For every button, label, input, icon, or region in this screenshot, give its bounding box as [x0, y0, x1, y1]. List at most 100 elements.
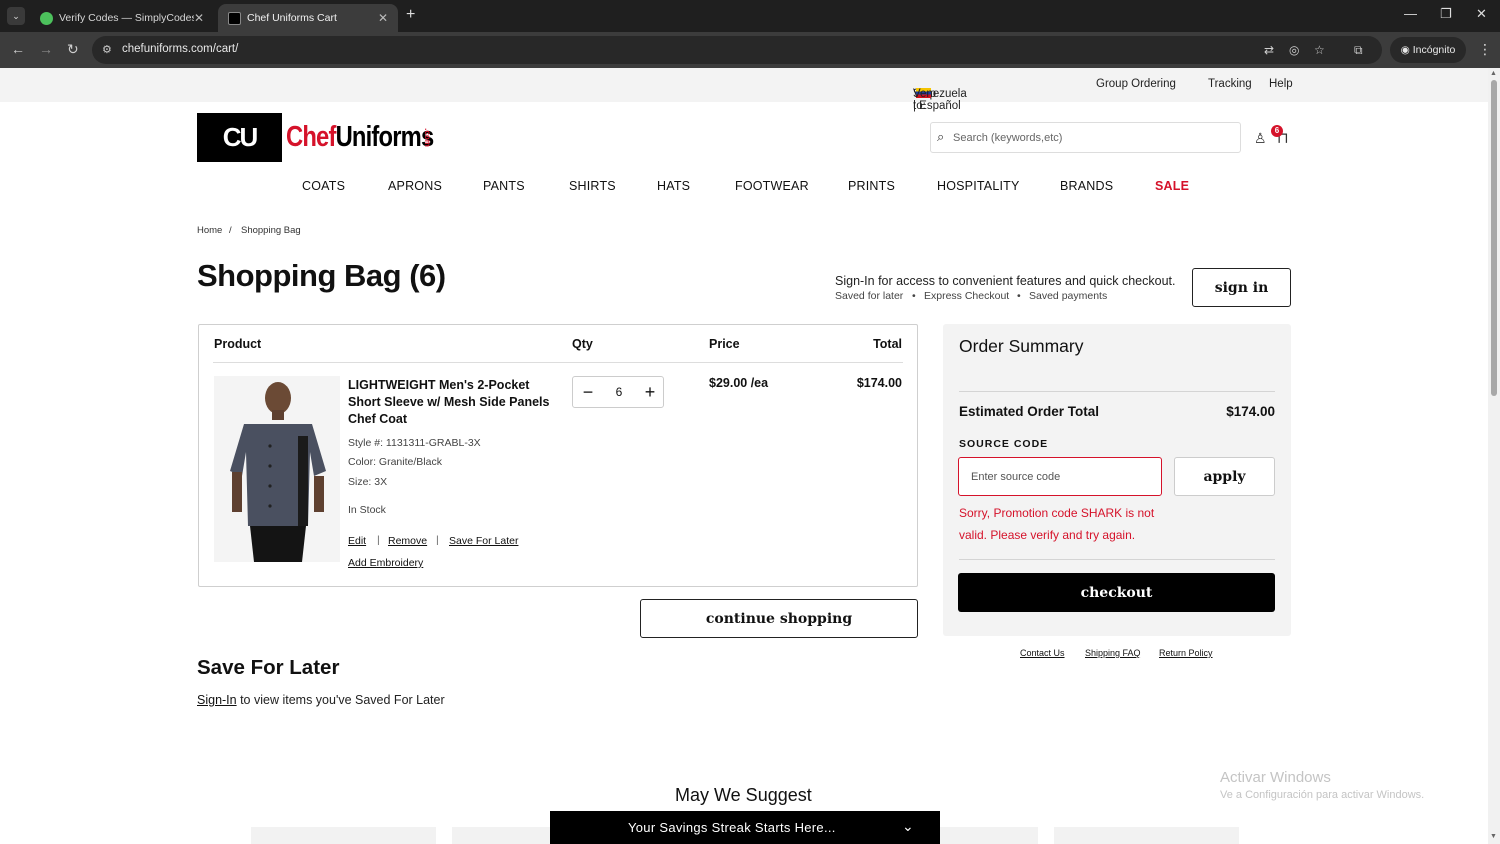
account-icon[interactable]: ♙: [1254, 130, 1267, 147]
promo-text: Your Savings Streak Starts Here...: [628, 820, 836, 835]
col-header-total: Total: [873, 337, 902, 351]
quantity-value[interactable]: 6: [611, 385, 627, 399]
utility-bar: Ship to:Venezuela | Español Group Orderi…: [0, 68, 1488, 102]
suggestion-image[interactable]: [452, 827, 552, 844]
save-for-later-title: Save For Later: [197, 656, 339, 680]
checkout-button[interactable]: checkout: [958, 573, 1275, 612]
col-header-price: Price: [709, 337, 740, 351]
windows-activation-text: Ve a Configuración para activar Windows.: [1220, 789, 1424, 801]
suggestion-image[interactable]: [940, 827, 1038, 844]
apply-button[interactable]: apply: [1174, 457, 1275, 496]
continue-shopping-button[interactable]: continue shopping: [640, 599, 918, 638]
nav-pants[interactable]: PANTS: [483, 179, 525, 193]
bullet: •: [912, 290, 916, 302]
address-bar[interactable]: ⚙ chefuniforms.com/cart/ ⇄ ◎ ☆ ⧉: [92, 36, 1382, 64]
save-for-later-message: to view items you've Saved For Later: [237, 693, 445, 707]
tracking-link[interactable]: Tracking: [1208, 78, 1252, 90]
signin-feature: Express Checkout: [924, 290, 1009, 302]
nav-footwear[interactable]: FOOTWEAR: [735, 179, 809, 193]
reload-icon[interactable]: ↻: [67, 41, 79, 58]
breadcrumb-current: Shopping Bag: [241, 225, 301, 236]
tab-title: Verify Codes — SimplyCodes: [59, 12, 194, 24]
tab-close-icon[interactable]: ✕: [378, 11, 388, 25]
remove-link[interactable]: Remove: [388, 535, 427, 547]
estimated-total-label: Estimated Order Total: [959, 404, 1099, 419]
divider: [959, 391, 1275, 392]
product-size: Size: 3X: [348, 476, 387, 488]
product-name[interactable]: LIGHTWEIGHT Men's 2-Pocket Short Sleeve …: [348, 377, 563, 428]
site-info-icon[interactable]: ⚙: [102, 43, 116, 57]
nav-hats[interactable]: HATS: [657, 179, 690, 193]
scroll-up-icon[interactable]: ▲: [1490, 70, 1497, 77]
add-embroidery-link[interactable]: Add Embroidery: [348, 557, 423, 569]
product-image[interactable]: [214, 376, 340, 562]
sign-in-link[interactable]: Sign-In: [197, 693, 237, 707]
logo-wordmark: ChefUniforms: [286, 121, 433, 154]
forward-icon[interactable]: →: [39, 41, 53, 57]
url-text[interactable]: chefuniforms.com/cart/: [122, 43, 238, 55]
tab-chef-uniforms[interactable]: Chef Uniforms Cart ✕: [218, 4, 398, 32]
signin-feature: Saved payments: [1029, 290, 1107, 302]
suggestion-image[interactable]: [1054, 827, 1239, 844]
edit-link[interactable]: Edit: [348, 535, 366, 547]
breadcrumb-home[interactable]: Home: [197, 225, 222, 236]
estimated-total-value: $174.00: [1226, 404, 1275, 419]
group-ordering-link[interactable]: Group Ordering: [1096, 78, 1176, 90]
nav-sale[interactable]: SALE: [1155, 179, 1189, 193]
nav-coats[interactable]: COATS: [302, 179, 345, 193]
decrease-quantity-button[interactable]: −: [577, 381, 599, 403]
quantity-stepper: − 6 +: [572, 376, 664, 408]
cart-table: Product Qty Price Total LIGHTWEIGHT Men'…: [198, 324, 918, 587]
increase-quantity-button[interactable]: +: [639, 381, 661, 403]
bullet: •: [1017, 290, 1021, 302]
nav-aprons[interactable]: APRONS: [388, 179, 442, 193]
chevron-down-icon[interactable]: ⌄: [902, 818, 914, 835]
close-window-icon[interactable]: ✕: [1476, 6, 1487, 22]
tab-search-icon[interactable]: ⌄: [7, 7, 25, 25]
tab-simplycodes[interactable]: Verify Codes — SimplyCodes ✕: [30, 4, 214, 32]
search-icon[interactable]: ⌕: [937, 129, 944, 145]
nav-shirts[interactable]: SHIRTS: [569, 179, 616, 193]
nav-hospitality[interactable]: HOSPITALITY: [937, 179, 1020, 193]
extensions-icon[interactable]: ⧉: [1354, 43, 1363, 58]
col-header-qty: Qty: [572, 337, 593, 351]
product-color: Color: Granite/Black: [348, 456, 442, 468]
contact-us-link[interactable]: Contact Us: [1020, 648, 1065, 658]
browser-menu-icon[interactable]: ⋮: [1478, 41, 1492, 58]
promo-error-message: Sorry, Promotion code SHARK is not valid…: [959, 502, 1169, 546]
promo-banner[interactable]: Your Savings Streak Starts Here... ⌄: [550, 811, 940, 844]
unit-price: $29.00 /ea: [709, 376, 768, 390]
sign-in-button[interactable]: sign in: [1192, 268, 1291, 307]
bookmark-star-icon[interactable]: ☆: [1314, 43, 1325, 57]
back-icon[interactable]: ←: [11, 41, 25, 57]
source-code-input[interactable]: [958, 457, 1162, 496]
translate-icon[interactable]: ⇄: [1264, 43, 1274, 57]
save-for-later-link[interactable]: Save For Later: [449, 535, 518, 547]
shipping-faq-link[interactable]: Shipping FAQ: [1085, 648, 1141, 658]
new-tab-icon[interactable]: +: [406, 6, 415, 24]
return-policy-link[interactable]: Return Policy: [1159, 648, 1213, 658]
tab-close-icon[interactable]: ✕: [194, 11, 204, 25]
header-divider: [213, 362, 903, 363]
logo-mark: CU: [197, 113, 282, 162]
page-scrollbar[interactable]: ▲ ▼: [1488, 68, 1500, 844]
save-for-later-text: Sign-In to view items you've Saved For L…: [197, 693, 445, 707]
search-input[interactable]: [953, 128, 1233, 148]
scrollbar-thumb[interactable]: [1491, 80, 1497, 396]
incognito-indicator[interactable]: ◉ Incógnito: [1390, 37, 1466, 63]
nav-brands[interactable]: BRANDS: [1060, 179, 1113, 193]
ship-to-country[interactable]: Venezuela | Español: [913, 88, 967, 112]
signin-feature: Saved for later: [835, 290, 903, 302]
minimize-icon[interactable]: —: [1404, 6, 1417, 21]
link-separator: |: [377, 534, 380, 546]
nav-prints[interactable]: PRINTS: [848, 179, 895, 193]
incognito-label: Incógnito: [1413, 44, 1456, 56]
search-box[interactable]: ⌕: [930, 122, 1241, 153]
help-link[interactable]: Help: [1269, 78, 1293, 90]
suggestion-image[interactable]: [251, 827, 436, 844]
page: Ship to:Venezuela | Español Group Orderi…: [0, 68, 1488, 844]
restore-icon[interactable]: ❐: [1440, 6, 1452, 22]
incognito-icon: ◉: [1401, 44, 1413, 56]
scroll-down-icon[interactable]: ▼: [1490, 833, 1497, 840]
eye-off-icon[interactable]: ◎: [1289, 43, 1299, 57]
